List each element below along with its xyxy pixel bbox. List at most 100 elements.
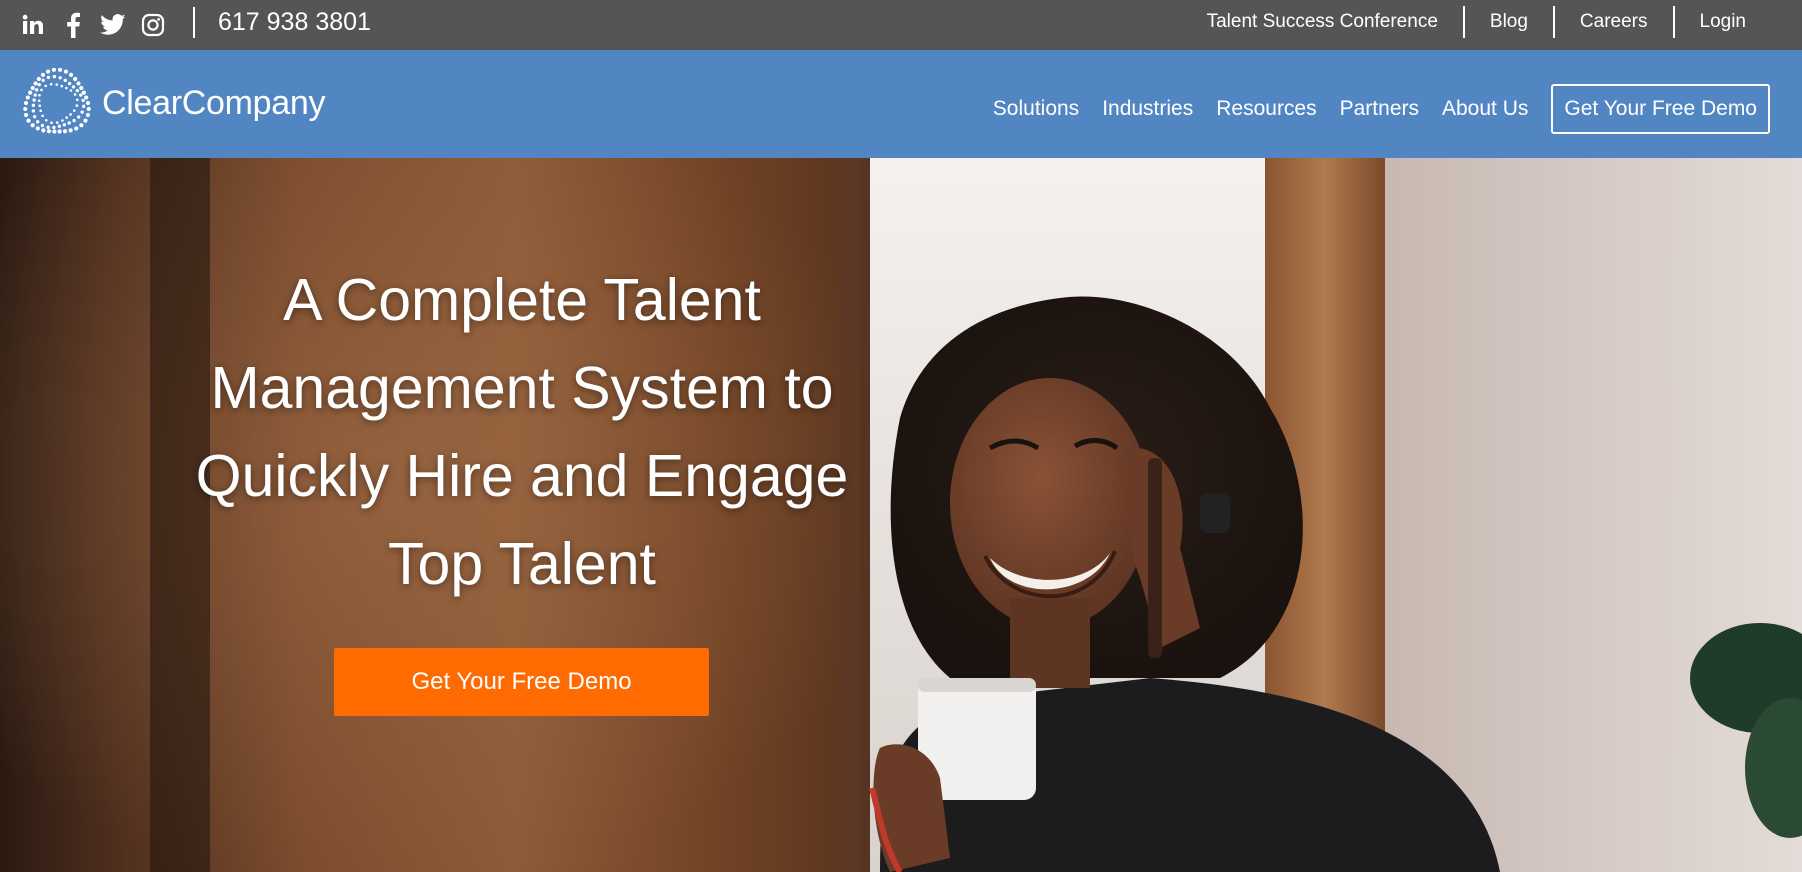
hero-headline-line: A Complete Talent <box>283 267 761 333</box>
login-link[interactable]: Login <box>1675 6 1802 38</box>
logo-dot <box>41 78 45 82</box>
logo-dot <box>84 95 89 100</box>
logo-dot <box>55 83 59 86</box>
logo-dot <box>76 81 81 86</box>
logo-dot <box>57 68 63 72</box>
logo-dot <box>51 68 57 72</box>
logo-dot <box>69 89 73 92</box>
logo-dot <box>61 119 64 122</box>
logo-dot <box>23 100 29 106</box>
utility-links: Talent Success Conference Blog Careers L… <box>1182 0 1802 44</box>
nav-about-us[interactable]: About Us <box>1442 97 1528 121</box>
logo-dot <box>68 72 74 77</box>
logo-dot <box>38 104 42 108</box>
logo-dot <box>75 88 80 93</box>
logo-dot <box>37 99 41 102</box>
logo-dot <box>60 84 64 88</box>
hero-headline-line: Top Talent <box>388 531 656 597</box>
hero-headline-line: Quickly Hire and Engage <box>195 443 849 509</box>
hero-demo-button[interactable]: Get Your Free Demo <box>334 648 709 716</box>
logo-dot <box>63 69 69 74</box>
logo-dot <box>72 118 76 123</box>
logo-dot <box>67 121 71 125</box>
logo-dot <box>23 106 28 112</box>
logo-dot <box>35 126 40 131</box>
hero-headline: A Complete Talent Management System to Q… <box>150 256 894 608</box>
linkedin-icon[interactable] <box>20 12 46 38</box>
logo-dot <box>30 85 35 91</box>
logo-dot <box>79 93 83 97</box>
logo-dot <box>71 85 76 89</box>
blog-link[interactable]: Blog <box>1465 6 1553 38</box>
main-nav: ClearCompany Solutions Industries Resour… <box>0 50 1802 158</box>
logo-dot <box>52 125 56 130</box>
logo-dot <box>41 128 46 133</box>
logo-dot <box>65 86 68 90</box>
logo-dot <box>79 123 84 128</box>
logo-dot <box>37 83 41 87</box>
logo-dot <box>26 118 31 123</box>
nav-solutions[interactable]: Solutions <box>993 97 1079 121</box>
logo-dot <box>45 69 51 74</box>
logo-dot <box>44 118 48 122</box>
logo-dot <box>65 116 68 119</box>
logo-dot <box>73 76 78 82</box>
logo-dot <box>31 103 36 108</box>
logo-dot <box>55 121 59 124</box>
logo-mark-icon <box>23 68 91 134</box>
instagram-icon[interactable] <box>140 12 166 38</box>
logo-dot <box>46 125 50 130</box>
logo-dot <box>49 82 53 86</box>
logo-dot <box>33 93 37 97</box>
facebook-icon[interactable] <box>60 12 86 38</box>
hero-headline-line: Management System to <box>210 355 834 421</box>
logo-dot <box>32 98 36 102</box>
logo-dot <box>68 128 73 133</box>
logo-dot <box>52 129 57 134</box>
logo-dot <box>79 85 84 91</box>
nav-industries[interactable]: Industries <box>1102 97 1193 121</box>
logo-dot <box>72 109 76 112</box>
logo-dot <box>67 81 72 86</box>
logo-dot <box>80 110 84 114</box>
logo-dot <box>58 76 62 80</box>
nav-partners[interactable]: Partners <box>1340 97 1419 121</box>
utility-divider <box>193 7 195 38</box>
logo-dot <box>57 124 62 129</box>
logo-dot <box>74 126 79 131</box>
nav-resources[interactable]: Resources <box>1216 97 1316 121</box>
talent-success-conference-link[interactable]: Talent Success Conference <box>1182 6 1463 38</box>
logo-dot <box>50 121 53 124</box>
logo-dot <box>63 78 67 83</box>
primary-nav: Solutions Industries Resources Partners … <box>993 84 1770 134</box>
logo-dot <box>46 129 52 134</box>
logo-dot <box>44 84 47 88</box>
logo-dot <box>46 75 51 80</box>
logo-text: ClearCompany <box>102 83 326 122</box>
clearcompany-logo[interactable]: ClearCompany <box>22 68 325 138</box>
utility-bar: 617 938 3801 Talent Success Conference B… <box>0 0 1802 50</box>
logo-dot <box>75 98 79 102</box>
logo-dot <box>62 129 68 134</box>
logo-dot <box>57 129 62 134</box>
logo-dot <box>82 104 86 109</box>
logo-dot <box>76 115 81 119</box>
phone-number[interactable]: 617 938 3801 <box>218 9 371 35</box>
logo-dot <box>75 104 79 107</box>
logo-dot <box>36 76 41 82</box>
logo-dot <box>73 93 77 96</box>
logo-dot <box>33 81 38 86</box>
logo-dot <box>86 106 91 112</box>
logo-dot <box>34 88 39 92</box>
careers-link[interactable]: Careers <box>1555 6 1673 38</box>
logo-dot <box>40 123 45 128</box>
hero-section: A Complete Talent Management System to Q… <box>0 158 1802 872</box>
logo-dot <box>28 90 33 95</box>
logo-dot <box>32 114 37 119</box>
nav-demo-button[interactable]: Get Your Free Demo <box>1551 84 1770 134</box>
logo-dot <box>31 109 36 113</box>
logo-dot <box>83 118 88 123</box>
logo-dot <box>85 112 91 118</box>
twitter-icon[interactable] <box>100 12 126 38</box>
logo-dot <box>52 74 57 79</box>
